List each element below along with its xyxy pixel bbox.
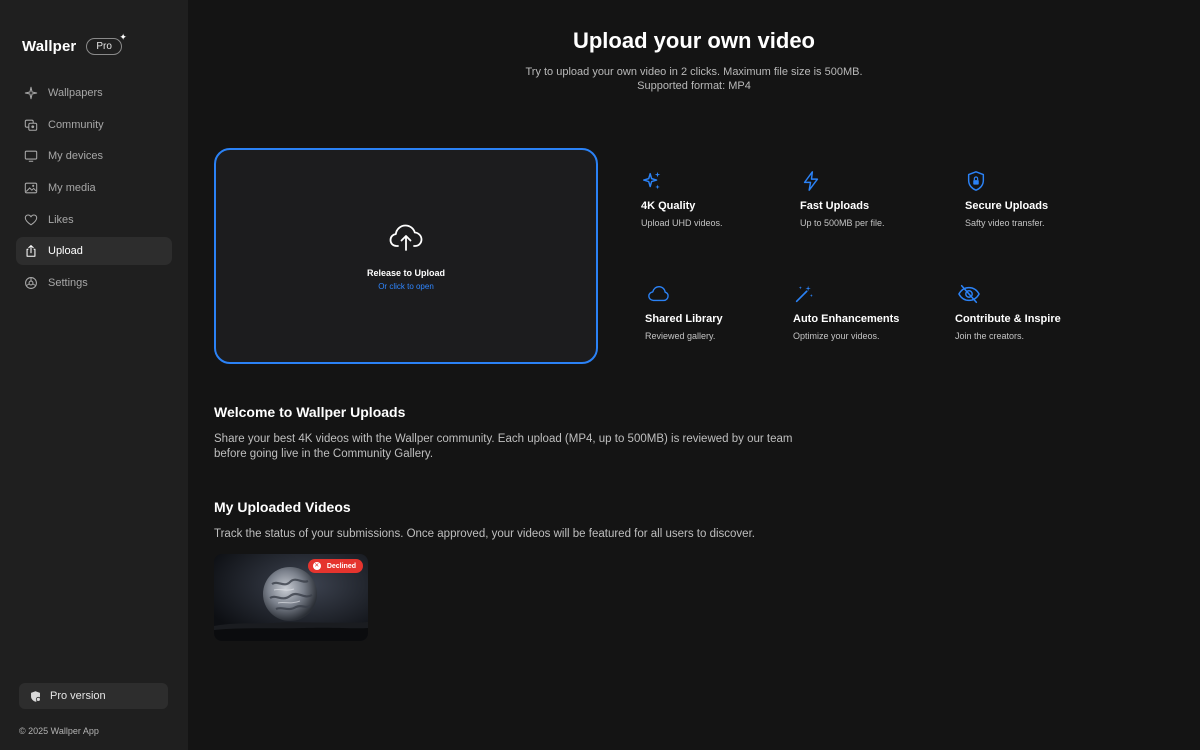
sidebar-item-upload[interactable]: Upload — [16, 237, 172, 266]
shield-lock-icon — [967, 171, 985, 191]
community-icon — [24, 119, 38, 131]
pro-badge-label: Pro — [96, 41, 112, 52]
subtitle-line-1: Try to upload your own video in 2 clicks… — [525, 66, 863, 78]
pro-version-button[interactable]: Pro version — [19, 683, 168, 709]
sidebar-item-label: My media — [48, 182, 96, 195]
feature-desc: Reviewed gallery. — [645, 331, 716, 341]
sidebar-nav: Wallpapers Community My devices My media… — [16, 79, 172, 301]
sidebar-item-label: Likes — [48, 213, 74, 226]
feature-fast-uploads: Fast Uploads Up to 500MB per file. — [800, 170, 950, 228]
copyright: © 2025 Wallper App — [19, 726, 99, 736]
sidebar-item-likes[interactable]: Likes — [16, 206, 172, 234]
dropzone-content: Release to Upload Or click to open — [216, 222, 596, 291]
dropzone-click-link[interactable]: Or click to open — [216, 282, 596, 291]
welcome-text: Share your best 4K videos with the Wallp… — [214, 433, 793, 460]
brand: Wallper Pro ✦ — [22, 32, 127, 55]
feature-secure-uploads: Secure Uploads Safty video transfer. — [965, 170, 1115, 228]
welcome-title: Welcome to Wallper Uploads — [214, 404, 406, 420]
monitor-icon — [24, 151, 38, 163]
uploads-text: Track the status of your submissions. On… — [214, 528, 755, 540]
upload-icon — [26, 245, 36, 258]
feature-shared-library: Shared Library Reviewed gallery. — [645, 283, 795, 341]
sidebar-item-label: Wallpapers — [48, 87, 103, 99]
magic-wand-icon — [795, 285, 813, 303]
sparkles-icon — [643, 171, 661, 190]
page-subtitle: Try to upload your own video in 2 clicks… — [188, 65, 1200, 93]
feature-desc: Upload UHD videos. — [641, 218, 723, 228]
sidebar-item-wallpapers[interactable]: Wallpapers — [16, 79, 172, 107]
pro-shield-icon — [31, 690, 41, 702]
uploads-title: My Uploaded Videos — [214, 499, 351, 515]
main-content: Upload your own video Try to upload your… — [188, 0, 1200, 750]
cloud-icon — [648, 285, 669, 302]
feature-title: Fast Uploads — [800, 200, 870, 212]
pro-version-label: Pro version — [50, 690, 106, 702]
feature-auto-enhancements: Auto Enhancements Optimize your videos. — [793, 283, 943, 341]
uploaded-video-card[interactable]: ✕ Declined — [214, 554, 368, 641]
feature-desc: Optimize your videos. — [793, 331, 880, 341]
heart-icon — [24, 214, 38, 226]
settings-icon — [25, 277, 37, 290]
sidebar-item-label: Upload — [48, 245, 83, 258]
sidebar-item-community[interactable]: Community — [16, 111, 172, 139]
subtitle-line-2: Supported format: MP4 — [637, 80, 751, 92]
eye-slash-icon — [958, 284, 980, 304]
sidebar: Wallper Pro ✦ Wallpapers Community My de… — [0, 0, 188, 750]
sidebar-item-label: Settings — [48, 277, 88, 290]
bolt-icon — [803, 171, 819, 191]
sparkle-icon — [24, 86, 38, 100]
feature-desc: Safty video transfer. — [965, 218, 1045, 228]
status-badge: ✕ Declined — [307, 559, 363, 573]
dropzone-primary-text: Release to Upload — [366, 268, 446, 278]
feature-title: Shared Library — [645, 313, 723, 325]
feature-4k-quality: 4K Quality Upload UHD videos. — [641, 170, 791, 228]
feature-desc: Up to 500MB per file. — [800, 218, 885, 228]
sparkle-icon: ✦ — [119, 32, 127, 42]
sidebar-item-label: My devices — [48, 150, 104, 163]
feature-title: Contribute & Inspire — [955, 313, 1061, 325]
feature-contribute-inspire: Contribute & Inspire Join the creators. — [955, 283, 1105, 341]
photo-icon — [24, 182, 38, 194]
feature-desc: Join the creators. — [955, 331, 1025, 341]
brand-name: Wallper — [22, 38, 77, 55]
page-title: Upload your own video — [572, 28, 815, 53]
feature-title: Auto Enhancements — [793, 313, 900, 325]
close-circle-icon: ✕ — [312, 562, 321, 570]
upload-dropzone[interactable]: Release to Upload Or click to open — [214, 148, 598, 364]
feature-title: 4K Quality — [641, 200, 696, 212]
status-badge-label: Declined — [326, 562, 356, 570]
sidebar-item-my-media[interactable]: My media — [16, 174, 172, 202]
pro-badge: Pro ✦ — [86, 32, 127, 55]
feature-title: Secure Uploads — [965, 200, 1049, 212]
sidebar-item-settings[interactable]: Settings — [16, 269, 172, 297]
sidebar-item-my-devices[interactable]: My devices — [16, 142, 172, 170]
sidebar-item-label: Community — [48, 118, 104, 131]
cloud-upload-icon — [389, 224, 423, 251]
